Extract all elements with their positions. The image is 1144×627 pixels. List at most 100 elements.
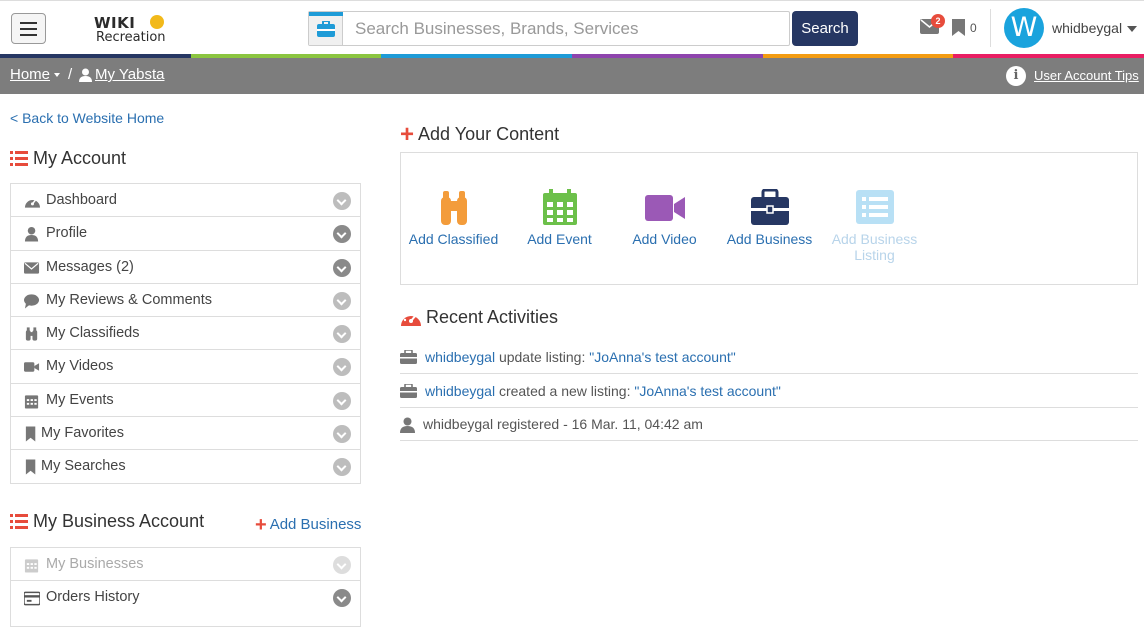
business-account-menu: My Businesses Orders History (10, 547, 361, 627)
user-icon (24, 227, 39, 242)
chevron-down-icon[interactable] (333, 225, 351, 244)
chevron-down-icon[interactable] (333, 458, 351, 477)
top-navbar: WIKI Recreation Search 2 0 W whidbeygal (0, 0, 1144, 54)
chevron-down-icon[interactable] (333, 391, 351, 410)
sidebar-item-label: My Businesses (46, 556, 144, 572)
sun-icon (150, 15, 164, 29)
search-category-button[interactable] (309, 12, 343, 45)
caret-down-icon[interactable] (54, 73, 60, 77)
plus-icon: + (255, 514, 267, 536)
sidebar-item-label: My Favorites (41, 425, 124, 442)
add-video-tile[interactable]: Add Video (612, 189, 717, 247)
chevron-down-icon[interactable] (333, 258, 351, 277)
sidebar-item-my-events[interactable]: My Events (11, 384, 360, 418)
add-business-link[interactable]: + Add Business (255, 512, 362, 536)
activity-text: whidbeygal registered - 16 Mar. 11, 04:4… (423, 416, 703, 432)
sidebar-item-messages-2[interactable]: Messages (2) (11, 251, 360, 284)
sidebar-item-label: My Videos (46, 358, 114, 375)
recent-activities-title: Recent Activities (426, 307, 559, 327)
add-business-tile[interactable]: Add Business (717, 189, 822, 247)
add-content-label: Add Your Content (418, 124, 560, 144)
activity-listing-link[interactable]: "JoAnna's test account" (589, 349, 735, 365)
add-classified-label: Add Classified (408, 231, 499, 247)
activity-row: whidbeygal created a new listing: "JoAnn… (400, 375, 1138, 408)
bookmark-count: 0 (970, 21, 977, 35)
logo-subtitle: Recreation (96, 30, 166, 45)
breadcrumb: Home / My Yabsta i User Account Tips (0, 58, 1144, 94)
activity-text: whidbeygal update listing: "JoAnna's tes… (425, 349, 736, 365)
sidebar-item-my-favorites[interactable]: My Favorites (11, 417, 360, 451)
activity-row: whidbeygal update listing: "JoAnna's tes… (400, 341, 1138, 374)
sidebar-item-my-searches[interactable]: My Searches (11, 450, 360, 483)
sidebar-item-label: My Reviews & Comments (46, 291, 212, 308)
chevron-down-icon[interactable] (333, 325, 351, 344)
mail-badge: 2 (931, 14, 945, 28)
sidebar-item-label: My Events (46, 391, 114, 408)
briefcase-icon (400, 350, 417, 364)
breadcrumb-separator: / (68, 66, 73, 83)
sidebar-item-my-videos[interactable]: My Videos (11, 350, 360, 384)
binoculars-icon (440, 191, 467, 225)
chevron-down-icon[interactable] (333, 425, 351, 444)
sidebar-item-my-businesses[interactable]: My Businesses (11, 548, 360, 582)
sidebar-item-label: Messages (2) (46, 258, 134, 275)
user-account-tips-link[interactable]: User Account Tips (1034, 68, 1139, 83)
video-icon (644, 195, 685, 221)
envelope-icon (24, 261, 40, 274)
search-button[interactable]: Search (792, 11, 858, 46)
sidebar-item-my-classifieds[interactable]: My Classifieds (11, 317, 360, 351)
bookmark-icon[interactable] (952, 19, 965, 36)
avatar[interactable]: W (1004, 8, 1044, 48)
activity-user-link[interactable]: whidbeygal (425, 349, 495, 365)
binoculars-icon (25, 327, 38, 341)
sidebar-item-dashboard[interactable]: Dashboard (11, 184, 360, 218)
my-account-title: My Account (33, 148, 127, 168)
activity-description: update listing: (495, 349, 590, 365)
sidebar-item-label: My Searches (41, 458, 126, 475)
activity-row: whidbeygal registered - 16 Mar. 11, 04:4… (400, 408, 1138, 441)
sidebar-item-label: My Classifieds (46, 325, 140, 342)
activity-listing-link[interactable]: "JoAnna's test account" (634, 383, 780, 399)
my-account-menu: Dashboard Profile Messages (2) My Reviews &… (10, 183, 361, 484)
gauge-icon (401, 311, 421, 326)
chevron-down-icon[interactable] (1127, 26, 1137, 32)
sidebar-item-label: Orders History (46, 589, 140, 606)
briefcase-icon (750, 189, 789, 225)
breadcrumb-home-link[interactable]: Home (10, 66, 50, 83)
username[interactable]: whidbeygal (1052, 20, 1122, 36)
add-business-listing-label: Add Business Listing (831, 231, 918, 263)
activity-user-link[interactable]: whidbeygal (425, 383, 495, 399)
calendar-icon (542, 189, 577, 225)
sidebar-item-profile[interactable]: Profile (11, 217, 360, 251)
menu-toggle-button[interactable] (11, 13, 46, 44)
site-logo[interactable]: WIKI Recreation (94, 13, 172, 47)
chevron-down-icon[interactable] (333, 589, 351, 608)
briefcase-icon (400, 384, 417, 398)
plus-icon: + (400, 121, 415, 148)
chevron-down-icon[interactable] (333, 192, 351, 210)
bookmark-icon (25, 426, 36, 442)
back-to-home-link[interactable]: < Back to Website Home (10, 110, 164, 126)
breadcrumb-current-link[interactable]: My Yabsta (95, 66, 164, 83)
chevron-down-icon[interactable] (333, 556, 351, 574)
add-business-label: Add Business (269, 516, 362, 533)
search-input[interactable] (355, 18, 775, 40)
add-classified-tile[interactable]: Add Classified (401, 189, 506, 247)
comment-icon (24, 294, 40, 309)
sidebar-item-label: Profile (46, 225, 88, 242)
add-event-tile[interactable]: Add Event (507, 189, 612, 247)
sidebar-item-label: Dashboard (46, 192, 117, 208)
sidebar-item-orders-history[interactable]: Orders History (11, 581, 360, 614)
divider (990, 9, 991, 47)
credit-card-icon (24, 591, 40, 606)
chevron-down-icon[interactable] (333, 358, 351, 377)
video-icon (24, 362, 40, 373)
business-account-title: My Business Account (33, 511, 205, 531)
add-business-listing-tile: Add Business Listing (822, 189, 927, 263)
chevron-down-icon[interactable] (333, 291, 351, 310)
add-event-label: Add Event (527, 231, 592, 247)
add-content-panel: Add Classified Add Event Add Video Add B… (400, 152, 1138, 285)
sidebar-item-my-reviews-comments[interactable]: My Reviews & Comments (11, 284, 360, 318)
activity-text: whidbeygal created a new listing: "JoAnn… (425, 383, 781, 399)
info-icon: i (1006, 66, 1026, 86)
